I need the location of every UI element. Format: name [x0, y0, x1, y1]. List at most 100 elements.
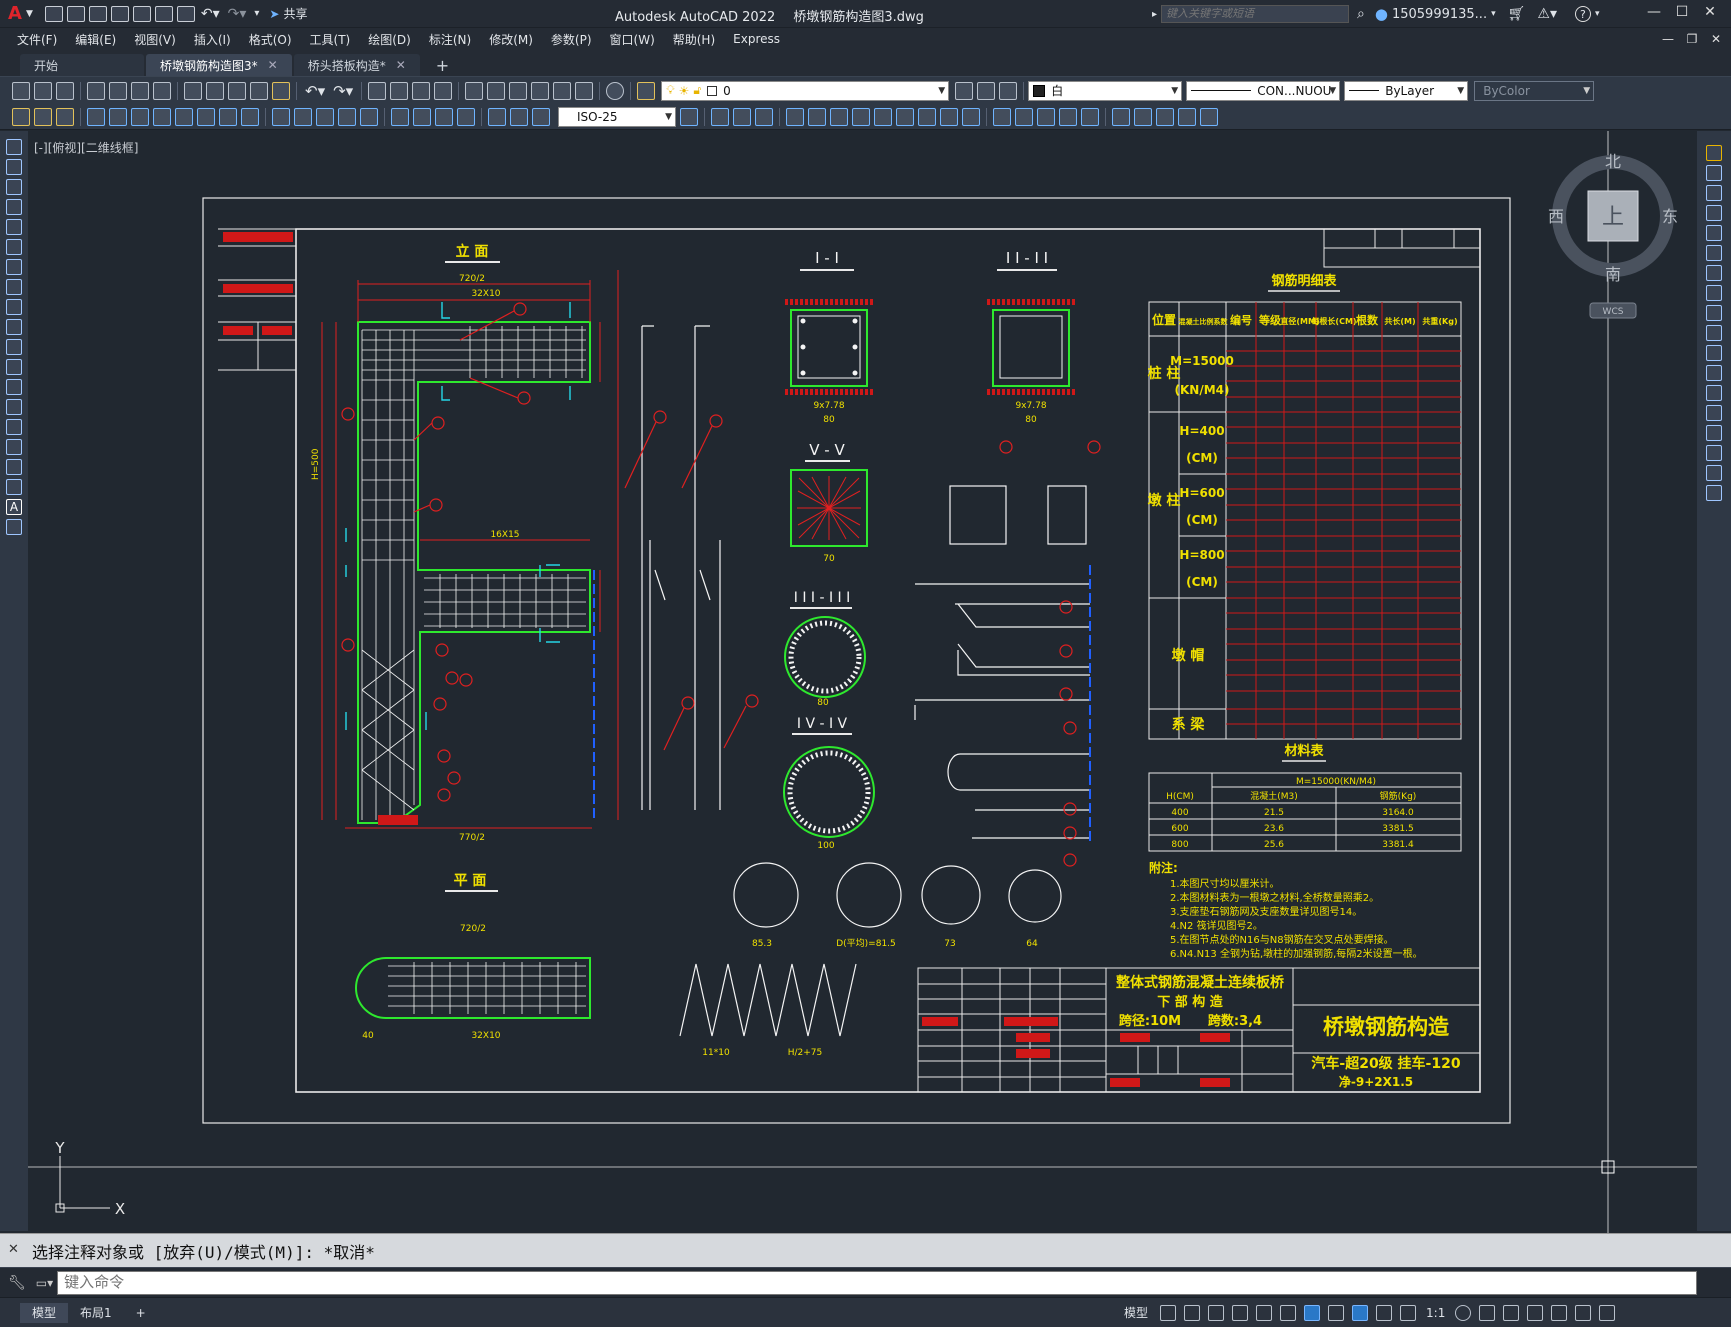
angular-dim-icon[interactable] [241, 107, 259, 126]
hatch-icon[interactable] [6, 419, 22, 435]
ordinate-dim-icon[interactable] [153, 107, 171, 126]
undo-icon[interactable]: ↶▾ [305, 82, 325, 100]
ellipse-arc-icon[interactable] [6, 339, 22, 355]
region-icon[interactable] [6, 459, 22, 475]
design-center-icon[interactable] [487, 81, 506, 100]
radius-dim-icon[interactable] [175, 107, 193, 126]
menu-tools[interactable]: 工具(T) [301, 31, 360, 48]
doc-minimize-icon[interactable]: — [1656, 32, 1680, 46]
autocad-logo-icon[interactable]: A [8, 3, 22, 24]
zoom-window-icon[interactable] [412, 81, 431, 100]
offset-icon[interactable] [755, 107, 773, 126]
array-icon[interactable] [1037, 107, 1055, 126]
stretch-icon[interactable] [852, 107, 870, 126]
qnew-icon[interactable] [12, 81, 30, 100]
new-file-icon[interactable] [44, 5, 63, 22]
toolbar-b-icon[interactable] [34, 107, 52, 126]
break-icon[interactable] [1706, 385, 1722, 401]
line-icon[interactable] [6, 139, 22, 155]
lineweight-combo[interactable]: ByLayer ▼ [1344, 80, 1469, 101]
make-current-layer-icon[interactable] [955, 81, 974, 100]
pan-icon[interactable] [368, 81, 387, 100]
snap-icon[interactable] [1184, 1304, 1201, 1321]
toolbar-c-icon[interactable] [56, 107, 74, 126]
block-editor-icon[interactable] [272, 81, 290, 100]
aligned-dim-icon[interactable] [109, 107, 127, 126]
properties-icon[interactable] [465, 81, 484, 100]
viewcube-top-face[interactable]: 上 [1602, 205, 1624, 230]
dim-text-edit-icon[interactable] [510, 107, 528, 126]
mirror-icon[interactable] [1706, 185, 1722, 201]
revcloud-icon[interactable] [6, 279, 22, 295]
sheet-set-icon[interactable] [531, 81, 550, 100]
toolbar-a-icon[interactable] [12, 107, 30, 126]
insert-block-icon[interactable] [1112, 107, 1130, 126]
viewcube-east[interactable]: 东 [1662, 207, 1678, 226]
extend-icon[interactable] [896, 107, 914, 126]
tab-close-icon[interactable]: ✕ [268, 58, 278, 72]
drawing-canvas[interactable]: [-][俯视][二维线框] 立 面 720/2 32X10 16X15 770/… [28, 131, 1697, 1233]
dim-update-icon[interactable] [532, 107, 550, 126]
help-icon[interactable]: ? [1574, 6, 1591, 22]
search-input[interactable] [1161, 5, 1350, 23]
user-id[interactable]: 1505999135... [1392, 7, 1487, 22]
search-expand-icon[interactable]: ▸ [1152, 9, 1157, 20]
trim-icon[interactable] [874, 107, 892, 126]
pedit-icon[interactable] [1081, 107, 1099, 126]
menu-draw[interactable]: 绘图(D) [359, 31, 420, 48]
paste-icon[interactable] [228, 81, 246, 100]
menu-express[interactable]: Express [724, 32, 789, 46]
object-snap-icon[interactable] [1304, 1304, 1321, 1321]
move-icon[interactable] [1706, 245, 1722, 261]
chamfer-icon[interactable] [1706, 425, 1722, 441]
share-button[interactable]: 共享 [283, 5, 307, 22]
insert-icon[interactable] [6, 359, 22, 375]
arc-length-icon[interactable] [131, 107, 149, 126]
break-icon[interactable] [918, 107, 936, 126]
offset-icon[interactable] [1706, 205, 1722, 221]
save-icon[interactable] [88, 5, 107, 22]
scale-value[interactable]: 1:1 [1426, 1306, 1445, 1320]
erase-icon[interactable] [1059, 107, 1077, 126]
tolerance-icon[interactable] [391, 107, 409, 126]
array-icon[interactable] [1706, 225, 1722, 241]
explode-icon[interactable] [1706, 485, 1722, 501]
polyline-icon[interactable] [6, 179, 22, 195]
rotate-icon[interactable] [1706, 265, 1722, 281]
viewcube[interactable]: 上 北 南 东 西 WCS [1548, 152, 1678, 319]
customize-cmd-icon[interactable]: 🔧︎ [8, 1275, 26, 1291]
autodesk-a360-icon[interactable]: ⚠︎▾ [1537, 6, 1557, 22]
move-icon[interactable] [786, 107, 804, 126]
annotation-monitor-icon[interactable] [1479, 1304, 1496, 1321]
tool-palettes-icon[interactable] [509, 81, 528, 100]
minimize-icon[interactable]: — [1640, 4, 1668, 20]
linear-dim-icon[interactable] [87, 107, 105, 126]
grid-icon[interactable] [1160, 1304, 1177, 1321]
gradient-icon[interactable] [6, 439, 22, 455]
wcs-button[interactable]: WCS [1603, 307, 1624, 317]
menu-dimension[interactable]: 标注(N) [420, 31, 480, 48]
explode-icon[interactable] [1015, 107, 1033, 126]
redo-icon[interactable]: ↷▾ [333, 82, 353, 100]
tab-close-icon[interactable]: ✕ [396, 58, 406, 72]
workspace-gear-icon[interactable] [1455, 1304, 1472, 1321]
break-at-point-icon[interactable] [1706, 365, 1722, 381]
diameter-dim-icon[interactable] [219, 107, 237, 126]
add-selected-icon[interactable] [6, 519, 22, 535]
mirror-icon[interactable] [733, 107, 751, 126]
zoom-previous-icon[interactable] [434, 81, 453, 100]
blend-icon[interactable] [1706, 465, 1722, 481]
save-icon[interactable] [56, 81, 74, 100]
annotation-visibility-icon[interactable] [1352, 1304, 1369, 1321]
menu-format[interactable]: 格式(O) [240, 31, 301, 48]
linetype-combo[interactable]: CON...NUOU ▼ [1186, 80, 1341, 101]
layout-tab-layout1[interactable]: 布局1 [68, 1303, 124, 1323]
menu-edit[interactable]: 编辑(E) [66, 31, 125, 48]
calculator-icon[interactable] [575, 81, 594, 100]
open-file-icon[interactable] [66, 5, 85, 22]
zoom-realtime-icon[interactable] [390, 81, 409, 100]
viewcube-north[interactable]: 北 [1605, 152, 1621, 171]
mtext-icon[interactable]: A [6, 499, 22, 515]
stretch-icon[interactable] [1706, 305, 1722, 321]
dim-space-icon[interactable] [338, 107, 356, 126]
